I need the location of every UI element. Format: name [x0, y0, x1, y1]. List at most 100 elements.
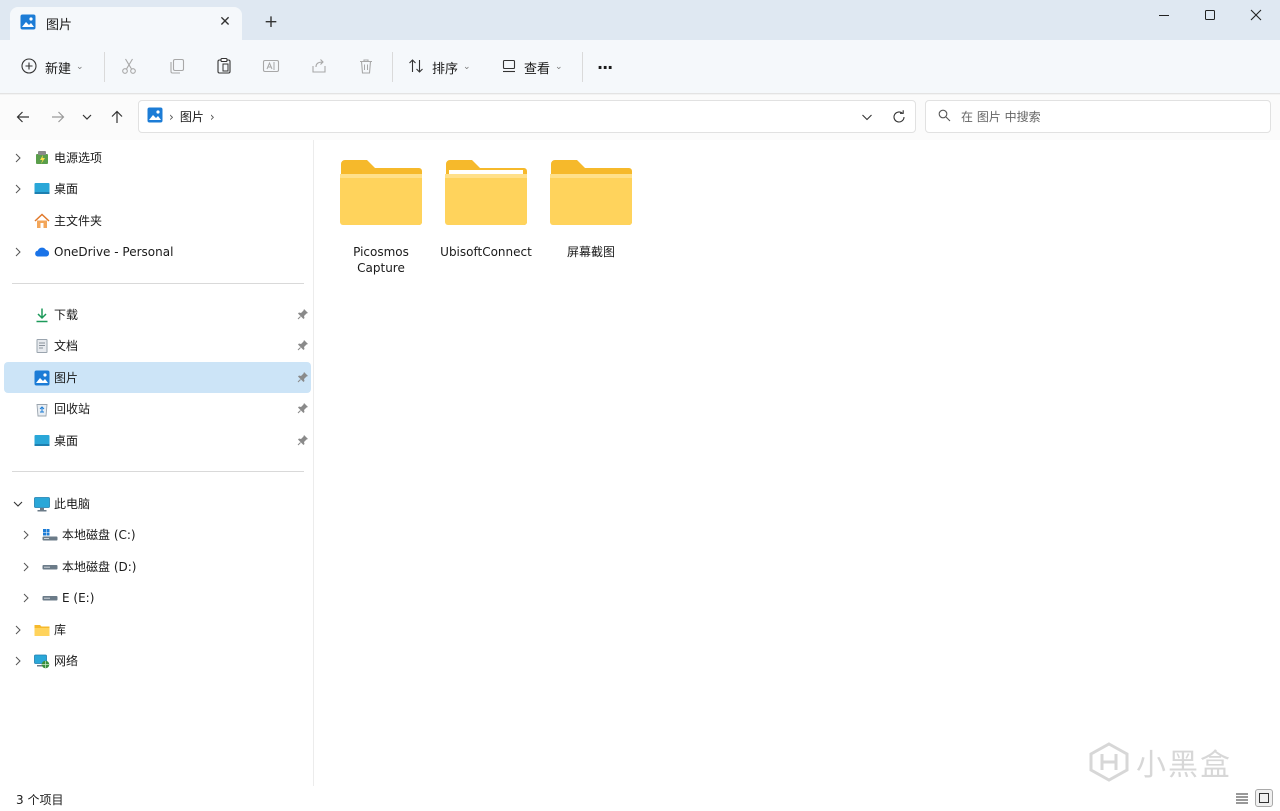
onedrive-icon	[34, 244, 50, 260]
search-icon	[938, 109, 951, 125]
watermark: 小黑盒	[1088, 738, 1248, 786]
chevron-down-icon[interactable]	[12, 498, 24, 510]
chevron-down-icon: ⌄	[555, 62, 563, 72]
toolbar-divider	[582, 52, 583, 82]
view-button[interactable]: 查看 ⌄	[502, 55, 563, 79]
sidebar-item-power-options[interactable]: 电源选项	[4, 142, 311, 173]
breadcrumb-chevron-icon[interactable]: ›	[169, 110, 174, 124]
tiles-view-icon	[1259, 793, 1269, 803]
search-input[interactable]	[961, 109, 1251, 124]
sidebar-item-label: 本地磁盘 (C:)	[62, 528, 136, 542]
delete-button[interactable]	[357, 55, 375, 79]
address-bar[interactable]: › 图片 ›	[138, 100, 916, 133]
more-options-button[interactable]: ···	[597, 55, 613, 79]
sidebar-item-libraries[interactable]: 库	[4, 614, 311, 645]
drive-icon	[42, 590, 58, 606]
sidebar-item-label: 下载	[54, 308, 79, 322]
sidebar-item-drive-c[interactable]: 本地磁盘 (C:)	[4, 519, 311, 550]
chevron-right-icon[interactable]	[12, 246, 24, 258]
copy-button[interactable]	[168, 55, 186, 79]
folder-name: UbisoftConnect	[440, 245, 532, 259]
pin-icon[interactable]	[297, 402, 309, 414]
copy-icon	[168, 57, 186, 78]
sidebar-divider	[12, 283, 304, 284]
sidebar-item-label: OneDrive - Personal	[54, 244, 174, 259]
view-label: 查看	[524, 61, 551, 77]
folder-item[interactable]: 屏幕截图	[541, 158, 641, 280]
pin-icon[interactable]	[297, 308, 309, 320]
cut-button[interactable]	[120, 55, 138, 79]
paste-button[interactable]	[215, 55, 233, 79]
details-view-button[interactable]	[1233, 789, 1251, 807]
sidebar-item-downloads[interactable]: 下载	[4, 299, 311, 330]
sidebar-item-recycle-bin[interactable]: 回收站	[4, 393, 311, 424]
sidebar-item-this-pc[interactable]: 此电脑	[4, 488, 311, 519]
rename-button[interactable]	[262, 55, 280, 79]
refresh-icon[interactable]	[887, 101, 911, 132]
pin-icon[interactable]	[297, 434, 309, 446]
chevron-right-icon[interactable]	[20, 592, 32, 604]
maximize-button[interactable]	[1187, 0, 1233, 30]
chevron-right-icon[interactable]	[12, 655, 24, 667]
folder-name: Picosmos Capture	[353, 245, 409, 275]
new-button[interactable]: 新建 ⌄	[21, 55, 84, 79]
up-button[interactable]	[106, 106, 128, 128]
sidebar-item-network[interactable]: 网络	[4, 645, 311, 676]
pictures-icon	[147, 107, 163, 126]
sort-button[interactable]: 排序 ⌄	[408, 55, 471, 79]
navigation-pane: 电源选项 桌面 主文件夹 OneDrive - Personal 下载 文档 图…	[0, 140, 314, 786]
chevron-right-icon[interactable]	[12, 624, 24, 636]
sidebar-item-desktop[interactable]: 桌面	[4, 173, 311, 204]
chevron-right-icon[interactable]	[20, 561, 32, 573]
close-window-button[interactable]	[1233, 0, 1279, 30]
sidebar-item-documents[interactable]: 文档	[4, 330, 311, 361]
sort-label: 排序	[432, 61, 459, 77]
chevron-right-icon[interactable]	[12, 152, 24, 164]
large-icons-view-button[interactable]	[1255, 789, 1273, 807]
rename-icon	[262, 57, 280, 78]
new-tab-button[interactable]: +	[261, 12, 281, 32]
chevron-right-icon[interactable]	[12, 183, 24, 195]
minimize-button[interactable]	[1141, 0, 1187, 30]
forward-button[interactable]	[47, 106, 69, 128]
folder-item[interactable]: Picosmos Capture	[331, 158, 431, 280]
back-button[interactable]	[12, 106, 34, 128]
folder-icon	[550, 160, 632, 225]
chevron-right-icon[interactable]	[20, 529, 32, 541]
sidebar-item-label: 文档	[54, 339, 79, 353]
sidebar-item-label: 电源选项	[54, 151, 103, 165]
system-drive-icon	[42, 527, 58, 543]
sidebar-item-onedrive[interactable]: OneDrive - Personal	[4, 236, 311, 267]
sidebar-item-label: 网络	[54, 654, 79, 668]
sidebar-item-label: 此电脑	[54, 497, 91, 511]
sidebar-item-pictures[interactable]: 图片	[4, 362, 311, 393]
network-icon	[34, 653, 50, 669]
sidebar-item-drive-e[interactable]: E (E:)	[4, 582, 311, 613]
folder-icon	[445, 160, 527, 225]
folder-icon	[340, 160, 422, 225]
sidebar-item-home[interactable]: 主文件夹	[4, 205, 311, 236]
home-icon	[34, 212, 50, 229]
sidebar-item-label: E (E:)	[62, 590, 95, 605]
main-area: 电源选项 桌面 主文件夹 OneDrive - Personal 下载 文档 图…	[0, 140, 1280, 786]
new-label: 新建	[45, 61, 72, 77]
close-tab-icon[interactable]: ✕	[216, 13, 234, 31]
title-bar: 图片 ✕ +	[0, 0, 1280, 40]
recent-locations-button[interactable]	[76, 106, 98, 128]
pin-icon[interactable]	[297, 371, 309, 383]
tab-pictures[interactable]: 图片 ✕	[10, 7, 242, 40]
sidebar-item-drive-d[interactable]: 本地磁盘 (D:)	[4, 551, 311, 582]
file-list: Picosmos Capture UbisoftConnect 屏幕截图 小黑盒	[315, 140, 1280, 786]
sidebar-item-desktop-pinned[interactable]: 桌面	[4, 425, 311, 456]
breadcrumb-pictures[interactable]: 图片	[180, 108, 204, 125]
watermark-logo-icon	[1089, 742, 1129, 782]
search-box[interactable]	[925, 100, 1271, 133]
share-button[interactable]	[310, 55, 328, 79]
breadcrumb-chevron-icon[interactable]: ›	[210, 110, 215, 124]
address-history-chevron-icon[interactable]	[855, 101, 879, 132]
plus-circle-icon	[21, 57, 37, 77]
folder-item[interactable]: UbisoftConnect	[436, 158, 536, 280]
sidebar-item-label: 主文件夹	[54, 214, 103, 228]
pin-icon[interactable]	[297, 339, 309, 351]
tab-title: 图片	[46, 18, 73, 33]
